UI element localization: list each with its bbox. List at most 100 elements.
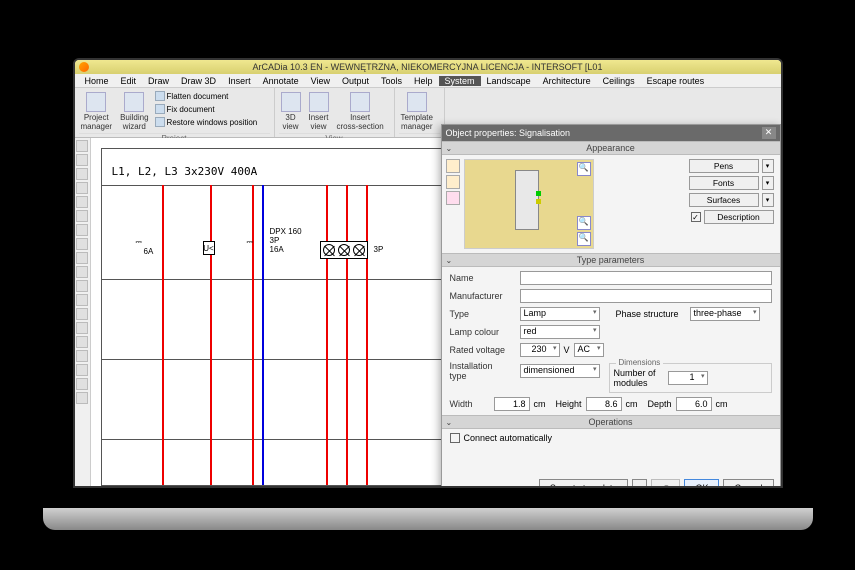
undo-button[interactable]: ↶ (651, 479, 681, 488)
type-select[interactable]: Lamp (520, 307, 600, 321)
mini-pin-icon[interactable] (446, 191, 460, 205)
name-label: Name (450, 273, 516, 283)
surfaces-button[interactable]: Surfaces (689, 193, 759, 207)
modules-select[interactable]: 1 (668, 371, 708, 385)
menu-architecture[interactable]: Architecture (537, 76, 597, 86)
tool-poly-icon[interactable] (76, 238, 88, 250)
tool-line-icon[interactable] (76, 154, 88, 166)
depth-label: Depth (648, 399, 672, 409)
restore-windows-button[interactable]: Restore windows position (155, 116, 258, 128)
menu-view[interactable]: View (305, 76, 336, 86)
colour-select[interactable]: red (520, 325, 600, 339)
save-to-template-button[interactable]: Save to template (539, 479, 629, 488)
menu-insert[interactable]: Insert (222, 76, 257, 86)
collapse-icon: ⌄ (446, 256, 453, 265)
depth-input[interactable] (676, 397, 712, 411)
menu-tools[interactable]: Tools (375, 76, 408, 86)
pens-button[interactable]: Pens (689, 159, 759, 173)
tool-dim-icon[interactable] (76, 266, 88, 278)
height-input[interactable] (586, 397, 622, 411)
tool-curve-icon[interactable] (76, 196, 88, 208)
zoom-out-button[interactable]: 🔍 (577, 232, 591, 246)
tool-scale-icon[interactable] (76, 350, 88, 362)
cancel-button[interactable]: Cancel (723, 479, 773, 488)
section-type-params[interactable]: ⌄Type parameters (442, 253, 780, 267)
tool-block-icon[interactable] (76, 308, 88, 320)
tool-rect-icon[interactable] (76, 224, 88, 236)
app-title: ArCADia 10.3 EN - WEWNĘTRZNA, NIEKOMERCY… (253, 62, 603, 72)
insert-view-button[interactable]: Insert view (307, 90, 331, 133)
menu-edit[interactable]: Edit (115, 76, 143, 86)
menu-draw3d[interactable]: Draw 3D (175, 76, 222, 86)
pens-dropdown[interactable]: ▾ (762, 159, 774, 173)
tool-text-icon[interactable] (76, 168, 88, 180)
section-appearance[interactable]: ⌄Appearance (442, 141, 780, 155)
ok-button[interactable]: OK (684, 479, 719, 488)
menu-ceilings[interactable]: Ceilings (597, 76, 641, 86)
tool-measure-icon[interactable] (76, 280, 88, 292)
mini-folder-open-icon[interactable] (446, 159, 460, 173)
menu-annotate[interactable]: Annotate (257, 76, 305, 86)
tool-hatch-icon[interactable] (76, 252, 88, 264)
tool-arc-icon[interactable] (76, 182, 88, 194)
fonts-button[interactable]: Fonts (689, 176, 759, 190)
surfaces-dropdown[interactable]: ▾ (762, 193, 774, 207)
tool-trim-icon[interactable] (76, 392, 88, 404)
fonts-dropdown[interactable]: ▾ (762, 176, 774, 190)
template-manager-icon (407, 92, 427, 112)
manufacturer-input[interactable] (520, 289, 772, 303)
tool-rotate-icon[interactable] (76, 364, 88, 376)
connect-auto-checkbox[interactable] (450, 433, 460, 443)
insert-cross-section-button[interactable]: Insert cross-section (335, 90, 386, 133)
menu-help[interactable]: Help (408, 76, 439, 86)
circuit-label: L1, L2, L3 3x230V 400A (112, 165, 258, 178)
tool-mirror-icon[interactable] (76, 378, 88, 390)
ac-select[interactable]: AC (574, 343, 604, 357)
section-operations[interactable]: ⌄Operations (442, 415, 780, 429)
name-input[interactable] (520, 271, 772, 285)
description-checkbox[interactable]: ✓ (691, 212, 701, 222)
menu-system[interactable]: System (439, 76, 481, 86)
voltage-select[interactable]: 230 (520, 343, 560, 357)
tool-layer-icon[interactable] (76, 294, 88, 306)
restore-icon (155, 117, 165, 127)
app-logo-icon (79, 62, 89, 72)
3d-view-button[interactable]: 3D view (279, 90, 303, 133)
fix-doc-button[interactable]: Fix document (155, 103, 258, 115)
menu-draw[interactable]: Draw (142, 76, 175, 86)
width-input[interactable] (494, 397, 530, 411)
tool-arrow-icon[interactable] (76, 140, 88, 152)
project-manager-button[interactable]: Project manager (79, 90, 115, 133)
modules-label: Number of modules (614, 368, 664, 388)
flatten-doc-button[interactable]: Flatten document (155, 90, 258, 102)
description-button[interactable]: Description (704, 210, 774, 224)
insert-view-icon (309, 92, 329, 112)
menu-home[interactable]: Home (79, 76, 115, 86)
install-type-select[interactable]: dimensioned (520, 364, 600, 378)
zoom-fit-button[interactable]: 🔍 (577, 216, 591, 230)
laptop-base (43, 508, 813, 530)
object-properties-dialog: Object properties: Signalisation ✕ ⌄Appe… (441, 124, 781, 488)
breaker1-symbol: ⎓ (136, 237, 142, 247)
dialog-close-button[interactable]: ✕ (762, 127, 776, 139)
breaker2-symbol: ⎓ (247, 237, 253, 247)
dialog-titlebar[interactable]: Object properties: Signalisation ✕ (442, 125, 780, 141)
preview-object (515, 170, 539, 230)
collapse-icon: ⌄ (446, 144, 453, 153)
phase-label: Phase structure (616, 309, 686, 319)
zoom-in-button[interactable]: 🔍 (577, 162, 591, 176)
tool-move-icon[interactable] (76, 336, 88, 348)
template-manager-button[interactable]: Template manager (399, 90, 435, 133)
phase-select[interactable]: three-phase (690, 307, 760, 321)
mini-folder-save-icon[interactable] (446, 175, 460, 189)
save-to-template-dropdown[interactable]: ▾ (632, 479, 647, 488)
menubar: Home Edit Draw Draw 3D Insert Annotate V… (75, 74, 781, 88)
width-label: Width (450, 399, 490, 409)
tool-circle-icon[interactable] (76, 210, 88, 222)
3d-view-icon (281, 92, 301, 112)
building-wizard-button[interactable]: Building wizard (118, 90, 150, 133)
menu-landscape[interactable]: Landscape (481, 76, 537, 86)
menu-escape-routes[interactable]: Escape routes (641, 76, 711, 86)
menu-output[interactable]: Output (336, 76, 375, 86)
tool-copy-icon[interactable] (76, 322, 88, 334)
